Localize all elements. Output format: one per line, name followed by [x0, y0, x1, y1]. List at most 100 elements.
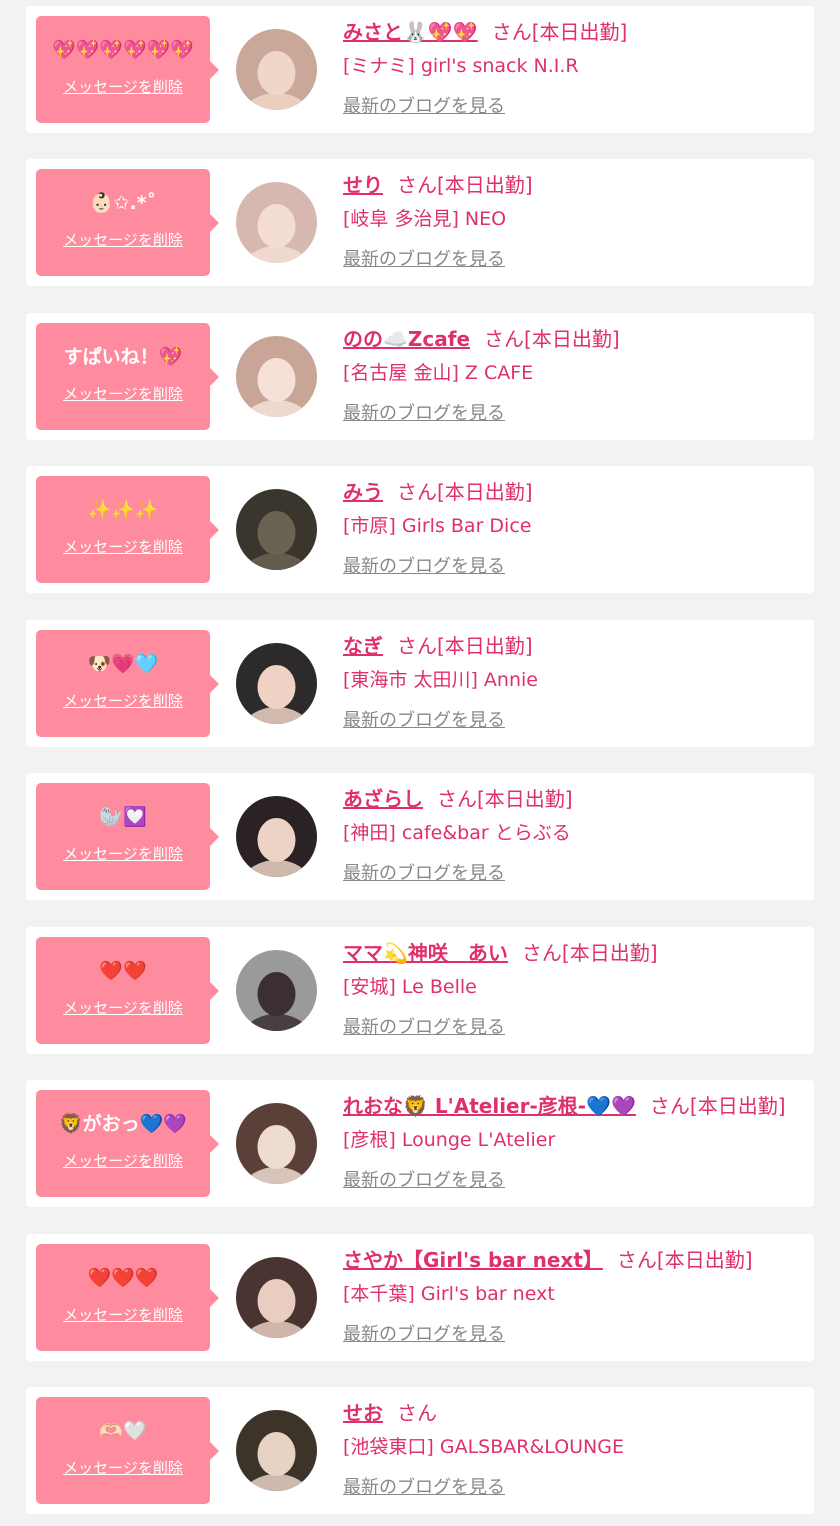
name-line: せお さん	[343, 1399, 437, 1427]
message-bubble: すぱいね！💖 メッセージを削除	[36, 323, 219, 430]
shop-name: [池袋東口] GALSBAR&LOUNGE	[343, 1436, 624, 1458]
latest-blog-link[interactable]: 最新のブログを見る	[343, 248, 505, 272]
avatar[interactable]	[236, 1410, 317, 1491]
shop-name: [ミナミ] girl's snack N.I.R	[343, 55, 579, 77]
name-line: あざらし さん[本日出勤]	[343, 785, 573, 813]
avatar[interactable]	[236, 489, 317, 570]
delete-message-link[interactable]: メッセージを削除	[36, 1458, 210, 1478]
honorific: さん	[484, 327, 525, 351]
avatar[interactable]	[236, 29, 317, 110]
latest-blog-link[interactable]: 最新のブログを見る	[343, 1323, 505, 1347]
status-badge: [本日出勤]	[437, 173, 533, 197]
latest-blog-link[interactable]: 最新のブログを見る	[343, 1016, 505, 1040]
message-text: 💖💖💖💖💖💖	[52, 39, 194, 61]
message-bubble: 🐶💗🩵 メッセージを削除	[36, 630, 219, 737]
latest-blog-link[interactable]: 最新のブログを見る	[343, 555, 505, 579]
message-card: 💖💖💖💖💖💖 メッセージを削除 みさと🐰💖💖 さん[本日出勤] [ミナミ] gir…	[26, 6, 814, 133]
shop-name: [本千葉] Girl's bar next	[343, 1283, 555, 1305]
cast-name-link[interactable]: みさと🐰💖💖	[343, 20, 478, 44]
name-line: ママ💫神咲 あい さん[本日出勤]	[343, 939, 658, 967]
message-card: ✨✨✨ メッセージを削除 みう さん[本日出勤] [市原] Girls Bar D…	[26, 466, 814, 593]
cast-name-link[interactable]: せり	[343, 173, 383, 197]
honorific: さん	[649, 1094, 690, 1118]
delete-message-link[interactable]: メッセージを削除	[36, 1305, 210, 1325]
message-bubble: 🦁がおっ💙💜 メッセージを削除	[36, 1090, 219, 1197]
delete-message-link[interactable]: メッセージを削除	[36, 691, 210, 711]
message-card: ❤️❤️❤️ メッセージを削除 さやか【Girl's bar next】 さん[本…	[26, 1234, 814, 1361]
shop-name: [彦根] Lounge L'Atelier	[343, 1129, 556, 1151]
status-badge: [本日出勤]	[437, 634, 533, 658]
status-badge: [本日出勤]	[561, 941, 658, 965]
delete-message-link[interactable]: メッセージを削除	[36, 1151, 210, 1171]
status-badge: [本日出勤]	[437, 480, 533, 504]
message-text: ❤️❤️	[99, 960, 147, 982]
avatar-image	[236, 643, 317, 724]
message-text: ✨✨✨	[87, 499, 159, 521]
name-line: さやか【Girl's bar next】 さん[本日出勤]	[343, 1246, 753, 1274]
avatar-image	[236, 1257, 317, 1338]
honorific: さん	[397, 173, 437, 197]
honorific: さん	[521, 941, 562, 965]
shop-name: [名古屋 金山] Z CAFE	[343, 362, 534, 384]
latest-blog-link[interactable]: 最新のブログを見る	[343, 1476, 505, 1500]
avatar[interactable]	[236, 182, 317, 263]
message-card: ❤️❤️ メッセージを削除 ママ💫神咲 あい さん[本日出勤] [安城] Le B…	[26, 927, 814, 1054]
delete-message-link[interactable]: メッセージを削除	[36, 998, 210, 1018]
message-text: 👶🏻✩.*˚	[89, 192, 157, 214]
name-line: せり さん[本日出勤]	[343, 171, 533, 199]
avatar[interactable]	[236, 336, 317, 417]
avatar-image	[236, 182, 317, 263]
avatar-image	[236, 1103, 317, 1184]
message-text: すぱいね！💖	[63, 346, 183, 368]
message-bubble: ❤️❤️ メッセージを削除	[36, 937, 219, 1044]
avatar[interactable]	[236, 643, 317, 724]
latest-blog-link[interactable]: 最新のブログを見る	[343, 95, 505, 119]
delete-message-link[interactable]: メッセージを削除	[36, 77, 210, 97]
name-line: のの☁️Zcafe さん[本日出勤]	[343, 325, 620, 353]
honorific: さん	[397, 1401, 437, 1425]
message-text: 🦁がおっ💙💜	[59, 1113, 187, 1135]
avatar[interactable]	[236, 950, 317, 1031]
delete-message-link[interactable]: メッセージを削除	[36, 384, 210, 404]
message-bubble: 🫶🏻🤍 メッセージを削除	[36, 1397, 219, 1504]
honorific: さん	[437, 787, 477, 811]
cast-name-link[interactable]: みう	[343, 480, 383, 504]
honorific: さん	[397, 480, 437, 504]
message-text: ❤️❤️❤️	[87, 1267, 159, 1289]
avatar-image	[236, 796, 317, 877]
cast-name-link[interactable]: ママ💫神咲 あい	[343, 941, 508, 965]
cast-name-link[interactable]: なぎ	[343, 634, 383, 658]
delete-message-link[interactable]: メッセージを削除	[36, 844, 210, 864]
message-list: 💖💖💖💖💖💖 メッセージを削除 みさと🐰💖💖 さん[本日出勤] [ミナミ] gir…	[0, 0, 840, 1526]
avatar[interactable]	[236, 1257, 317, 1338]
name-line: みう さん[本日出勤]	[343, 478, 533, 506]
delete-message-link[interactable]: メッセージを削除	[36, 230, 210, 250]
message-bubble: 🦭💟 メッセージを削除	[36, 783, 219, 890]
avatar-image	[236, 336, 317, 417]
message-card: 🫶🏻🤍 メッセージを削除 せお さん [池袋東口] GALSBAR&LOUNGE …	[26, 1387, 814, 1514]
cast-name-link[interactable]: せお	[343, 1401, 383, 1425]
latest-blog-link[interactable]: 最新のブログを見る	[343, 862, 505, 886]
message-card: 👶🏻✩.*˚ メッセージを削除 せり さん[本日出勤] [岐阜 多治見] NEO …	[26, 159, 814, 286]
message-card: すぱいね！💖 メッセージを削除 のの☁️Zcafe さん[本日出勤] [名古屋 金…	[26, 313, 814, 440]
shop-name: [安城] Le Belle	[343, 976, 477, 998]
avatar[interactable]	[236, 796, 317, 877]
message-card: 🐶💗🩵 メッセージを削除 なぎ さん[本日出勤] [東海市 太田川] Annie …	[26, 620, 814, 747]
cast-name-link[interactable]: あざらし	[343, 787, 423, 811]
shop-name: [神田] cafe&bar とらぶる	[343, 822, 571, 844]
latest-blog-link[interactable]: 最新のブログを見る	[343, 1169, 505, 1193]
delete-message-link[interactable]: メッセージを削除	[36, 537, 210, 557]
cast-name-link[interactable]: れおな🦁 L'Atelier-彦根-💙💜	[343, 1094, 636, 1118]
message-bubble: 👶🏻✩.*˚ メッセージを削除	[36, 169, 219, 276]
cast-name-link[interactable]: のの☁️Zcafe	[343, 327, 470, 351]
cast-name-link[interactable]: さやか【Girl's bar next】	[343, 1248, 603, 1272]
latest-blog-link[interactable]: 最新のブログを見る	[343, 402, 505, 426]
avatar[interactable]	[236, 1103, 317, 1184]
status-badge: [本日出勤]	[531, 20, 628, 44]
latest-blog-link[interactable]: 最新のブログを見る	[343, 709, 505, 733]
honorific: さん	[616, 1248, 657, 1272]
honorific: さん	[491, 20, 532, 44]
status-badge: [本日出勤]	[689, 1094, 786, 1118]
message-card: 🦭💟 メッセージを削除 あざらし さん[本日出勤] [神田] cafe&bar と…	[26, 773, 814, 900]
shop-name: [市原] Girls Bar Dice	[343, 515, 532, 537]
